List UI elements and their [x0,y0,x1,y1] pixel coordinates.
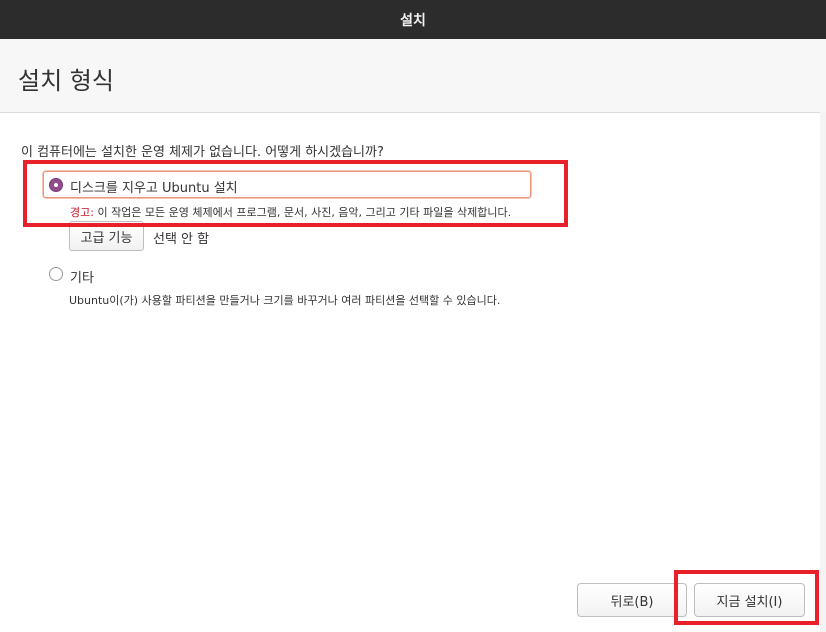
warning-text: 이 작업은 모든 운영 체제에서 프로그램, 문서, 사진, 음악, 그리고 기… [93,206,512,219]
page-header: 설치 형식 [0,39,826,113]
erase-warning: 경고: 이 작업은 모든 운영 체제에서 프로그램, 문서, 사진, 음악, 그… [70,204,511,220]
installation-question: 이 컴퓨터에는 설치한 운영 체제가 없습니다. 어떻게 하시겠습니까? [21,145,384,160]
window-title: 설치 [400,12,426,29]
advanced-features-button[interactable]: 고급 기능 [69,221,144,251]
erase-disk-radio[interactable] [49,178,63,192]
back-button[interactable]: 뒤로(B) [577,583,687,617]
window-titlebar: 설치 [0,0,826,39]
advanced-features-status: 선택 안 함 [153,232,210,247]
page-title: 설치 형식 [18,67,114,95]
scrollbar-track [820,112,826,632]
something-else-label[interactable]: 기타 [70,267,94,286]
warning-prefix: 경고: [70,206,94,219]
something-else-radio[interactable] [49,267,63,281]
something-else-description: Ubuntu이(가) 사용할 파티션을 만들거나 크기를 바꾸거나 여러 파티션… [69,294,501,307]
erase-disk-label[interactable]: 디스크를 지우고 Ubuntu 설치 [70,177,238,196]
install-now-button[interactable]: 지금 설치(I) [694,583,805,617]
